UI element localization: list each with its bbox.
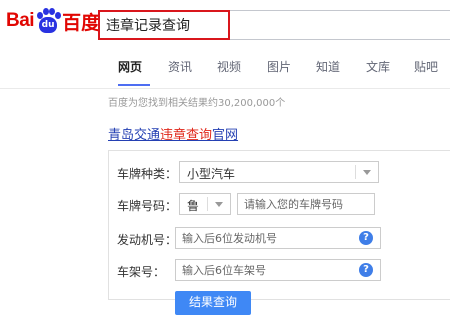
plate-prefix-select[interactable]: 鲁 — [179, 193, 231, 215]
tab-tieba[interactable]: 贴吧 — [414, 58, 438, 75]
result-title-link[interactable]: 青岛交通违章查询官网 — [108, 124, 238, 143]
paw-icon: du — [35, 8, 62, 34]
active-tab-indicator — [118, 84, 150, 86]
query-submit-button[interactable]: 结果查询 — [175, 291, 251, 315]
engine-number-field[interactable] — [175, 227, 381, 249]
search-box-extension[interactable] — [230, 10, 450, 40]
tab-wenku[interactable]: 文库 — [366, 58, 390, 75]
select-separator — [355, 165, 356, 179]
frame-number-input[interactable] — [182, 263, 342, 278]
plate-prefix-value: 鲁 — [187, 199, 200, 213]
search-box[interactable] — [98, 10, 230, 40]
logo-text-du: du — [41, 20, 55, 30]
search-input[interactable] — [106, 16, 224, 34]
plate-number-input[interactable] — [244, 197, 404, 212]
chevron-down-icon — [215, 202, 223, 207]
tab-zhidao[interactable]: 知道 — [316, 58, 340, 75]
result-count: 百度为您找到相关结果约30,200,000个 — [108, 98, 286, 109]
frame-number-field[interactable] — [175, 259, 381, 281]
violation-query-card: 车牌种类： 小型汽车 车牌号码： 鲁 发动机号： ? 车架号： ? 结果查询 — [108, 150, 450, 315]
tab-video[interactable]: 视频 — [217, 58, 241, 75]
tab-web[interactable]: 网页 — [118, 58, 142, 75]
logo-text-cn: 百度 — [62, 11, 101, 34]
help-icon[interactable]: ? — [359, 263, 373, 277]
plate-type-select[interactable]: 小型汽车 — [179, 161, 379, 183]
tab-news[interactable]: 资讯 — [168, 58, 192, 75]
logo-text-bai: Bai — [6, 10, 35, 31]
result-title-post: 官网 — [212, 128, 239, 143]
search-tabs: 网页 资讯 视频 图片 知道 文库 贴吧 — [0, 46, 450, 89]
frame-number-label: 车架号： — [117, 265, 166, 279]
chevron-down-icon — [363, 170, 371, 175]
plate-number-field[interactable] — [237, 193, 404, 215]
plate-type-label: 车牌种类： — [117, 167, 178, 181]
tab-images[interactable]: 图片 — [267, 58, 291, 75]
plate-type-value: 小型汽车 — [187, 167, 236, 181]
result-title-highlight: 违章查询 — [160, 128, 213, 143]
select-separator — [207, 197, 208, 211]
help-icon[interactable]: ? — [359, 231, 373, 245]
plate-number-label: 车牌号码： — [117, 199, 178, 213]
result-title-pre: 青岛交通 — [108, 128, 161, 143]
engine-number-input[interactable] — [182, 231, 342, 246]
engine-number-label: 发动机号： — [117, 233, 178, 247]
header: Bai du 百度 — [0, 0, 450, 46]
baidu-logo[interactable]: Bai du 百度 — [6, 6, 100, 36]
